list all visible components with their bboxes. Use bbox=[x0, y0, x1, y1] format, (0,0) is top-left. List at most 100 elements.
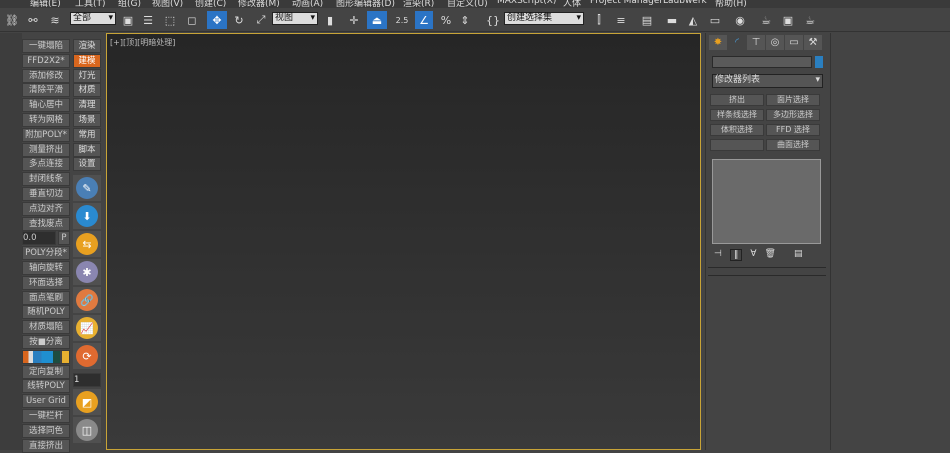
make-unique-icon[interactable]: ∀ bbox=[750, 249, 756, 261]
schematic-view-icon[interactable]: ▭ bbox=[706, 11, 724, 29]
tool-button[interactable]: 点边对齐 bbox=[22, 201, 70, 216]
menu-item[interactable]: 创建(C) bbox=[195, 0, 226, 8]
tool-button[interactable]: 按■分离 bbox=[22, 335, 70, 349]
scene-explorer-icon[interactable]: ▬ bbox=[663, 11, 681, 29]
ref-coord-dropdown[interactable]: 视图 bbox=[272, 12, 318, 25]
rect-selection-icon[interactable]: ⬚ bbox=[162, 11, 178, 29]
cycle-icon[interactable]: ⟳ bbox=[73, 343, 101, 369]
tool-button[interactable]: 垂直切边 bbox=[22, 187, 70, 201]
hierarchy-tab-icon[interactable]: ⊤ bbox=[747, 35, 765, 50]
manipulate-icon[interactable]: ✛ bbox=[345, 11, 363, 29]
modifier-list-dropdown[interactable]: 修改器列表 bbox=[712, 74, 823, 88]
menu-item[interactable]: 编辑(E) bbox=[30, 0, 61, 8]
curve-editor-icon[interactable]: ◭ bbox=[684, 11, 702, 29]
menu-item[interactable]: 图形编辑器(D) bbox=[336, 0, 395, 8]
tool-button[interactable]: 多点连接 bbox=[22, 157, 70, 172]
tool-button[interactable]: 附加POLY* bbox=[22, 127, 70, 142]
graph-icon[interactable]: 📈 bbox=[73, 315, 101, 341]
category-tab[interactable]: 清理 bbox=[73, 98, 101, 113]
modifier-button[interactable]: 样条线选择 bbox=[710, 109, 764, 121]
menu-item[interactable]: 渲染(R) bbox=[403, 0, 434, 8]
modifier-button[interactable] bbox=[710, 139, 764, 151]
modifier-button[interactable]: 体积选择 bbox=[710, 124, 764, 136]
configure-modifier-sets-icon[interactable]: ▤ bbox=[794, 249, 803, 261]
layer-manager-icon[interactable]: ▤ bbox=[638, 11, 656, 29]
tool-button[interactable]: 环面选择 bbox=[22, 275, 70, 290]
tool-button[interactable]: 面点笔刷 bbox=[22, 290, 70, 305]
render-teapot-icon[interactable]: ☕ bbox=[801, 11, 819, 29]
category-tab[interactable]: 场景 bbox=[73, 113, 101, 127]
box-icon[interactable]: ◫ bbox=[73, 417, 101, 443]
window-crossing-icon[interactable]: ◻ bbox=[184, 11, 200, 29]
menu-item[interactable]: 工具(T) bbox=[75, 0, 106, 8]
tool-button[interactable]: 转为网格 bbox=[22, 113, 70, 127]
menu-item[interactable]: MAXScript(X) bbox=[497, 0, 556, 6]
tool-button[interactable]: 线转POLY bbox=[22, 379, 70, 394]
menu-item[interactable]: 人体 bbox=[563, 0, 581, 8]
category-tab[interactable]: 渲染 bbox=[73, 39, 101, 53]
image-icon[interactable]: ◩ bbox=[73, 389, 101, 415]
show-end-result-icon[interactable]: ‖ bbox=[729, 249, 743, 261]
tool-button[interactable]: 查找废点 bbox=[22, 216, 70, 231]
category-tab[interactable]: 材质 bbox=[73, 83, 101, 98]
link-icon[interactable]: 🔗 bbox=[73, 287, 101, 313]
category-tab[interactable]: 脚本 bbox=[73, 142, 101, 157]
edit-named-selection-icon[interactable]: {} bbox=[484, 11, 502, 29]
modifier-button[interactable]: 曲面选择 bbox=[766, 139, 820, 151]
mirror-icon[interactable]: ⫿ bbox=[590, 11, 608, 29]
keyboard-shortcut-icon[interactable]: ⏏ bbox=[367, 11, 387, 29]
tool-button[interactable]: 轴心居中 bbox=[22, 98, 70, 113]
link-icon[interactable]: ⛓ bbox=[3, 11, 21, 29]
menu-item[interactable]: 组(G) bbox=[118, 0, 141, 8]
snaps-icon[interactable]: 2.5 bbox=[392, 11, 412, 29]
move-icon[interactable]: ✥ bbox=[207, 11, 227, 29]
modifier-button[interactable]: 多边形选择 bbox=[766, 109, 820, 121]
category-tab[interactable]: 设置 bbox=[73, 157, 101, 172]
category-tab[interactable]: 建模 bbox=[73, 53, 101, 68]
motion-tab-icon[interactable]: ◎ bbox=[766, 35, 784, 50]
snowflake-icon[interactable]: ✱ bbox=[73, 259, 101, 285]
modifier-button[interactable]: 挤出 bbox=[710, 94, 764, 106]
menu-item[interactable]: Project Manager bbox=[590, 0, 663, 6]
tool-button[interactable]: 选择同色 bbox=[22, 423, 70, 438]
tool-button[interactable]: 轴向旋转 bbox=[22, 261, 70, 275]
tool-button[interactable]: 测量挤出 bbox=[22, 142, 70, 157]
offset-spinner[interactable]: 0.0 bbox=[22, 231, 56, 246]
tool-button[interactable]: POLY分段* bbox=[22, 246, 70, 261]
tool-button[interactable]: 清除平滑 bbox=[22, 83, 70, 98]
modifier-stack[interactable] bbox=[712, 159, 821, 244]
tool-button[interactable]: 封闭线条 bbox=[22, 172, 70, 187]
create-tab-icon[interactable]: ✸ bbox=[709, 35, 727, 50]
tool-button[interactable]: FFD2X2* bbox=[22, 53, 70, 68]
select-object-icon[interactable]: ▣ bbox=[120, 11, 136, 29]
scale-icon[interactable]: ⤢ bbox=[252, 11, 270, 29]
utilities-tab-icon[interactable]: ⚒ bbox=[804, 35, 822, 50]
align-icon[interactable]: ≡ bbox=[612, 11, 630, 29]
named-selection-dropdown[interactable]: 创建选择集 bbox=[504, 12, 584, 25]
object-color-swatch[interactable] bbox=[815, 56, 823, 68]
pen-icon[interactable]: ✎ bbox=[73, 175, 101, 201]
menu-item[interactable]: 视图(V) bbox=[152, 0, 183, 8]
tool-button[interactable]: 直接挤出 bbox=[22, 438, 70, 453]
menu-item[interactable]: 修改器(M) bbox=[238, 0, 280, 8]
percent-snap-icon[interactable]: % bbox=[437, 11, 455, 29]
selection-filter-dropdown[interactable]: 全部 bbox=[70, 12, 116, 25]
pin-stack-icon[interactable]: ⊣ bbox=[714, 249, 722, 261]
display-tab-icon[interactable]: ▭ bbox=[785, 35, 803, 50]
menu-item[interactable]: Laubwerk bbox=[663, 0, 707, 6]
color-palette-bar[interactable] bbox=[22, 349, 70, 364]
category-tab[interactable]: 常用 bbox=[73, 127, 101, 142]
tool-button[interactable]: User Grid bbox=[22, 394, 70, 409]
pivot-icon[interactable]: ▮ bbox=[322, 11, 338, 29]
tool-button[interactable]: 定向复制 bbox=[22, 364, 70, 379]
viewport-label[interactable]: [+][顶][明暗处理] bbox=[110, 37, 175, 48]
menu-item[interactable]: 自定义(U) bbox=[447, 0, 488, 8]
download-icon[interactable]: ⬇ bbox=[73, 203, 101, 229]
menu-item[interactable]: 帮助(H) bbox=[715, 0, 747, 8]
p-button[interactable]: P bbox=[58, 231, 70, 246]
tool-button[interactable]: 随机POLY bbox=[22, 305, 70, 320]
category-tab[interactable]: 灯光 bbox=[73, 68, 101, 83]
tool-button[interactable]: 添加修改 bbox=[22, 68, 70, 83]
count-spinner[interactable]: 1 bbox=[73, 373, 101, 387]
select-by-name-icon[interactable]: ☰ bbox=[140, 11, 156, 29]
